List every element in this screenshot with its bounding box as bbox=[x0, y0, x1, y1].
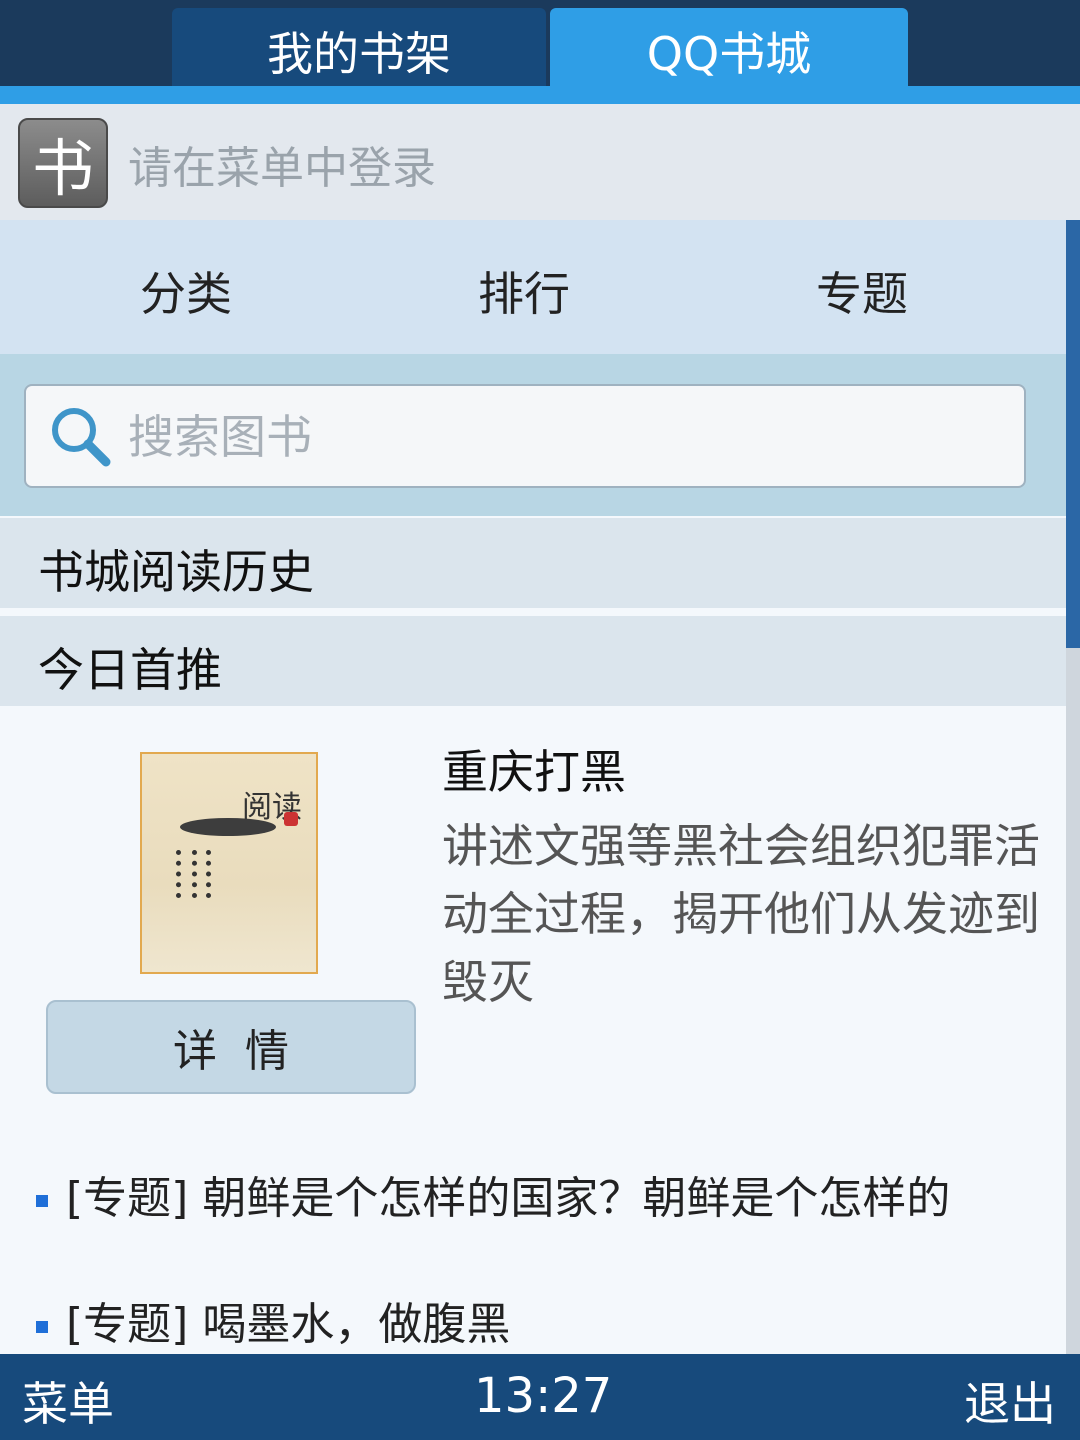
menu-softkey[interactable]: 菜单 bbox=[22, 1368, 114, 1434]
login-prompt: 请在菜单中登录 bbox=[128, 143, 436, 194]
bullet-icon bbox=[36, 1195, 48, 1207]
search-box[interactable] bbox=[24, 384, 1026, 488]
exit-softkey[interactable]: 退出 bbox=[964, 1368, 1056, 1434]
search-band bbox=[0, 354, 1066, 516]
topic-link[interactable]: [专题] 喝墨水，做腹黑 bbox=[36, 1288, 1066, 1352]
nav-item-ranking[interactable]: 排行 bbox=[478, 258, 570, 324]
scrollbar-thumb[interactable] bbox=[1066, 220, 1080, 648]
bookstore-history-row[interactable]: 书城阅读历史 bbox=[0, 518, 1066, 608]
clock: 13:27 bbox=[474, 1368, 613, 1424]
today-pick-row: 今日首推 bbox=[0, 616, 1066, 706]
top-tab-bar: 我的书架 QQ书城 bbox=[0, 0, 1080, 104]
tab-qq-bookstore[interactable]: QQ书城 bbox=[550, 8, 908, 94]
book-description: 讲述文强等黑社会组织犯罪活动全过程，揭开他们从发迹到毁灭 bbox=[442, 819, 1040, 1009]
book-title[interactable]: 重庆打黑 bbox=[442, 736, 626, 802]
tab-my-bookshelf[interactable]: 我的书架 bbox=[172, 8, 546, 94]
history-label: 书城阅读历史 bbox=[38, 545, 314, 599]
nav-item-topics[interactable]: 专题 bbox=[816, 258, 908, 324]
cover-seal bbox=[284, 812, 298, 826]
tab-accent-line bbox=[0, 86, 1080, 104]
nav-item-category[interactable]: 分类 bbox=[140, 258, 232, 324]
topic-text: [专题] 喝墨水，做腹黑 bbox=[66, 1299, 511, 1350]
bottom-softkey-bar: 菜单 13:27 退出 bbox=[0, 1354, 1080, 1440]
bullet-icon bbox=[36, 1321, 48, 1333]
cover-brush-stroke bbox=[180, 818, 276, 836]
book-cover[interactable]: 阅读 bbox=[140, 752, 318, 974]
login-row[interactable]: 书 请在菜单中登录 bbox=[0, 104, 1080, 220]
cover-text-column bbox=[176, 850, 187, 898]
topic-link[interactable]: [专题] 朝鲜是个怎样的国家？朝鲜是个怎样的 bbox=[36, 1162, 1066, 1226]
topic-text: [专题] 朝鲜是个怎样的国家？朝鲜是个怎样的 bbox=[66, 1173, 951, 1224]
category-nav: 分类 排行 专题 bbox=[0, 220, 1066, 354]
search-input[interactable] bbox=[126, 386, 1010, 488]
book-logo-icon: 书 bbox=[18, 118, 108, 208]
search-icon bbox=[52, 408, 111, 467]
cover-text-column bbox=[192, 850, 203, 898]
cover-text-column bbox=[206, 850, 217, 898]
detail-button[interactable]: 详情 bbox=[46, 1000, 416, 1094]
today-pick-label: 今日首推 bbox=[38, 643, 222, 697]
